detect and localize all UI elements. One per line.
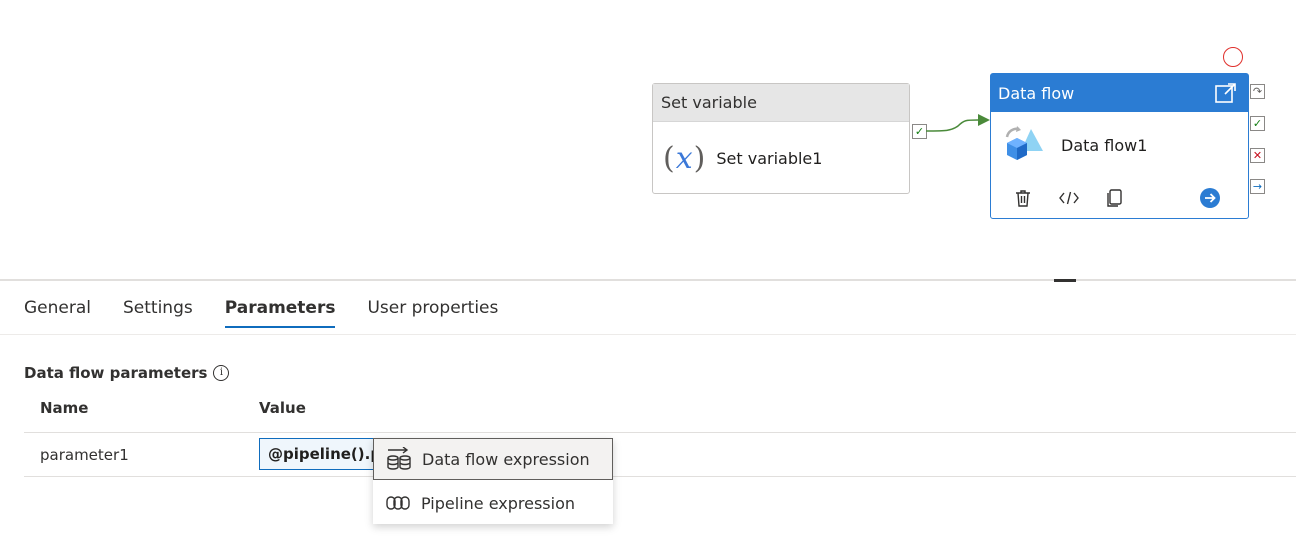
section-title: Data flow parameters i <box>24 364 230 382</box>
data-flow-activity[interactable]: Data flow Data flow1 <box>990 73 1249 219</box>
success-port-icon[interactable]: ✓ <box>1250 116 1265 131</box>
code-icon[interactable] <box>1057 186 1081 210</box>
row-divider <box>24 432 1296 433</box>
expression-type-menu: Data flow expression Pipeline expression <box>373 438 613 524</box>
delete-icon[interactable] <box>1011 186 1035 210</box>
pipeline-canvas[interactable]: Set variable (x) Set variable1 ✓ Data fl… <box>0 0 1296 280</box>
pipeline-expression-icon <box>385 491 411 515</box>
activity-name: Data flow1 <box>1061 135 1148 155</box>
tabs-underline <box>0 334 1296 335</box>
skip-port-icon[interactable]: ↷ <box>1250 84 1265 99</box>
column-header-value: Value <box>259 399 306 417</box>
tab-general[interactable]: General <box>24 298 91 328</box>
open-external-icon[interactable] <box>1214 81 1238 105</box>
menu-item-pipeline-expression[interactable]: Pipeline expression <box>373 482 613 524</box>
tab-user-properties[interactable]: User properties <box>367 298 498 328</box>
section-title-text: Data flow parameters <box>24 364 208 382</box>
menu-item-label: Data flow expression <box>422 449 590 469</box>
data-flow-icon <box>1005 126 1043 160</box>
success-port-icon[interactable]: ✓ <box>912 124 927 139</box>
properties-tabs: General Settings Parameters User propert… <box>24 298 530 328</box>
activity-type-label: Data flow <box>998 83 1075 103</box>
tab-parameters[interactable]: Parameters <box>224 298 336 328</box>
set-variable-activity[interactable]: Set variable (x) Set variable1 <box>652 83 910 194</box>
parameter-name: parameter1 <box>40 446 129 464</box>
splitter-grip[interactable] <box>1054 279 1076 282</box>
variable-icon: (x) <box>663 140 707 176</box>
failure-port-icon[interactable]: ✕ <box>1250 148 1265 163</box>
tab-settings[interactable]: Settings <box>123 298 193 328</box>
column-header-name: Name <box>40 399 89 417</box>
row-divider <box>24 476 1296 477</box>
go-arrow-icon[interactable] <box>1198 186 1222 210</box>
data-flow-expression-icon <box>386 447 412 471</box>
menu-item-data-flow-expression[interactable]: Data flow expression <box>373 438 613 480</box>
activity-type-label: Set variable <box>653 84 909 122</box>
menu-item-label: Pipeline expression <box>421 493 576 513</box>
connector-arrow[interactable] <box>926 110 996 140</box>
panel-splitter[interactable] <box>0 279 1296 281</box>
activity-name: Set variable1 <box>716 148 823 168</box>
validation-indicator-icon <box>1223 47 1243 67</box>
info-icon[interactable]: i <box>213 365 230 381</box>
completion-port-icon[interactable]: → <box>1250 179 1265 194</box>
copy-icon[interactable] <box>1102 186 1126 210</box>
